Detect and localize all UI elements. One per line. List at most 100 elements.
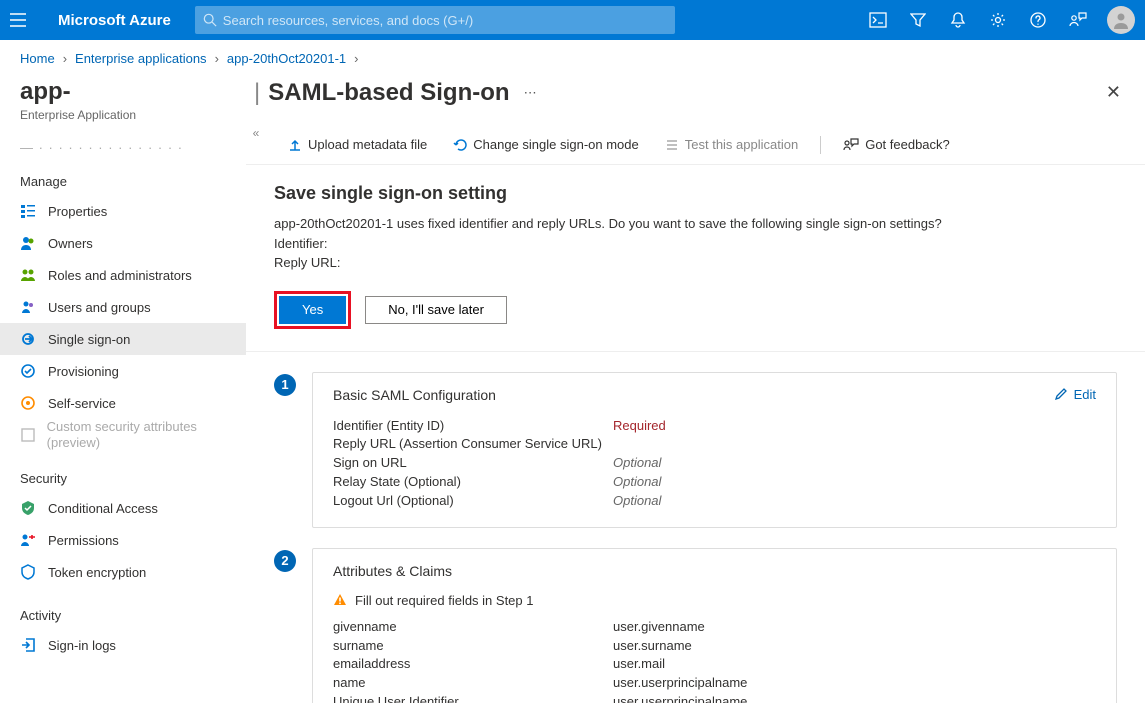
global-search[interactable]	[195, 6, 675, 34]
conditional-access-icon	[20, 500, 40, 516]
top-bar: Microsoft Azure	[0, 0, 1145, 40]
roles-icon	[20, 267, 40, 283]
settings-button[interactable]	[989, 11, 1007, 29]
token-encryption-icon	[20, 564, 40, 580]
step-2: 2 Attributes & Claims Fill out required …	[274, 548, 1117, 703]
nav-section-security-header: Security	[20, 471, 242, 486]
breadcrumb-app[interactable]: app-20thOct20201-1	[227, 51, 346, 66]
config-row: Relay State (Optional)Optional	[333, 473, 1096, 492]
step-1: 1 Basic SAML Configuration Edit Identifi…	[274, 372, 1117, 528]
nav-section-activity-header: Activity	[20, 608, 242, 623]
claim-key: givenname	[333, 618, 613, 637]
yes-button-highlight: Yes	[274, 291, 351, 329]
collapse-sidebar-button[interactable]: «	[246, 126, 266, 140]
nav-label: Conditional Access	[48, 501, 158, 516]
provisioning-icon	[20, 363, 40, 379]
chevron-right-icon: ›	[63, 51, 67, 66]
page-header: | SAML-based Sign-on ⋯ ✕	[246, 76, 1145, 107]
claim-key: emailaddress	[333, 655, 613, 674]
resource-title: app-	[20, 78, 242, 106]
warning-message: Fill out required fields in Step 1	[333, 593, 1096, 608]
custom-attributes-icon	[20, 427, 39, 443]
breadcrumb-enterprise-applications[interactable]: Enterprise applications	[75, 51, 207, 66]
page-title: SAML-based Sign-on	[268, 79, 509, 107]
nav-users-groups[interactable]: Users and groups	[0, 291, 246, 323]
feedback-icon	[843, 138, 859, 152]
owners-icon	[20, 235, 40, 251]
feedback-button[interactable]	[1069, 11, 1087, 29]
nav-label: Single sign-on	[48, 332, 130, 347]
help-button[interactable]	[1029, 11, 1047, 29]
change-sso-mode-button[interactable]: Change single sign-on mode	[443, 137, 649, 152]
cmd-label: Test this application	[685, 137, 798, 152]
avatar-icon	[1111, 10, 1131, 30]
nav-section-manage-header: Manage	[20, 174, 242, 189]
edit-basic-saml-button[interactable]: Edit	[1054, 387, 1096, 402]
breadcrumb: Home › Enterprise applications › app-20t…	[0, 40, 1145, 76]
nav-label: Provisioning	[48, 364, 119, 379]
claim-value: user.userprincipalname	[613, 674, 747, 693]
resource-subtitle: Enterprise Application	[20, 108, 242, 122]
close-blade-button[interactable]: ✕	[1102, 78, 1125, 107]
self-service-icon	[20, 395, 40, 411]
permissions-icon	[20, 532, 40, 548]
claim-row: emailaddressuser.mail	[333, 655, 1096, 674]
claim-row: surnameuser.surname	[333, 637, 1096, 656]
nav-label: Token encryption	[48, 565, 146, 580]
help-icon	[1030, 12, 1046, 28]
nav-sign-in-logs[interactable]: Sign-in logs	[0, 629, 246, 661]
cloud-shell-button[interactable]	[869, 11, 887, 29]
sso-icon	[20, 331, 40, 347]
account-avatar[interactable]	[1107, 6, 1135, 34]
nav-label: Permissions	[48, 533, 119, 548]
config-value: Optional	[613, 473, 661, 492]
nav-properties[interactable]: Properties	[0, 195, 246, 227]
upload-metadata-button[interactable]: Upload metadata file	[278, 137, 437, 152]
save-panel-desc-line2: Identifier:	[274, 234, 1117, 254]
config-row: Sign on URLOptional	[333, 454, 1096, 473]
pencil-icon	[1054, 387, 1068, 401]
filter-button[interactable]	[909, 11, 927, 29]
cloud-shell-icon	[869, 12, 887, 28]
more-options-button[interactable]: ⋯	[524, 85, 539, 101]
hamburger-menu-button[interactable]	[10, 13, 38, 27]
warning-icon	[333, 593, 347, 607]
nav-conditional-access[interactable]: Conditional Access	[0, 492, 246, 524]
breadcrumb-home[interactable]: Home	[20, 51, 55, 66]
upload-icon	[288, 138, 302, 152]
cmd-label: Got feedback?	[865, 137, 950, 152]
bell-icon	[950, 12, 966, 28]
search-input[interactable]	[223, 13, 667, 28]
nav-provisioning[interactable]: Provisioning	[0, 355, 246, 387]
command-bar: Upload metadata file Change single sign-…	[246, 125, 1145, 165]
notifications-button[interactable]	[949, 11, 967, 29]
save-panel-desc-line3: Reply URL:	[274, 253, 1117, 273]
nav-roles-administrators[interactable]: Roles and administrators	[0, 259, 246, 291]
nav-custom-security-attributes: Custom security attributes (preview)	[0, 419, 246, 451]
claim-row: nameuser.userprincipalname	[333, 674, 1096, 693]
save-sso-panel: Save single sign-on setting app-20thOct2…	[246, 165, 1145, 352]
got-feedback-button[interactable]: Got feedback?	[833, 137, 960, 152]
nav-single-sign-on[interactable]: Single sign-on	[0, 323, 246, 355]
config-row: Reply URL (Assertion Consumer Service UR…	[333, 435, 1096, 454]
nav-label: Properties	[48, 204, 107, 219]
claim-key: surname	[333, 637, 613, 656]
card-title: Basic SAML Configuration	[333, 387, 1096, 403]
nav-permissions[interactable]: Permissions	[0, 524, 246, 556]
nav-token-encryption[interactable]: Token encryption	[0, 556, 246, 588]
nav-self-service[interactable]: Self-service	[0, 387, 246, 419]
nav-label: Self-service	[48, 396, 116, 411]
nav-owners[interactable]: Owners	[0, 227, 246, 259]
claim-key: name	[333, 674, 613, 693]
brand-label: Microsoft Azure	[58, 12, 171, 29]
nav-label: Custom security attributes (preview)	[47, 415, 240, 454]
step-number-badge: 2	[274, 550, 296, 572]
claim-key: Unique User Identifier	[333, 693, 613, 703]
nav-label: Roles and administrators	[48, 268, 192, 283]
cmd-label: Change single sign-on mode	[473, 137, 639, 152]
nav-row-cutoff: — · · · · · · · · · · · · · · ·	[20, 140, 242, 154]
save-yes-button[interactable]: Yes	[279, 296, 346, 324]
properties-icon	[20, 203, 40, 219]
attributes-claims-card: Attributes & Claims Fill out required fi…	[312, 548, 1117, 703]
save-later-button[interactable]: No, I'll save later	[365, 296, 507, 324]
